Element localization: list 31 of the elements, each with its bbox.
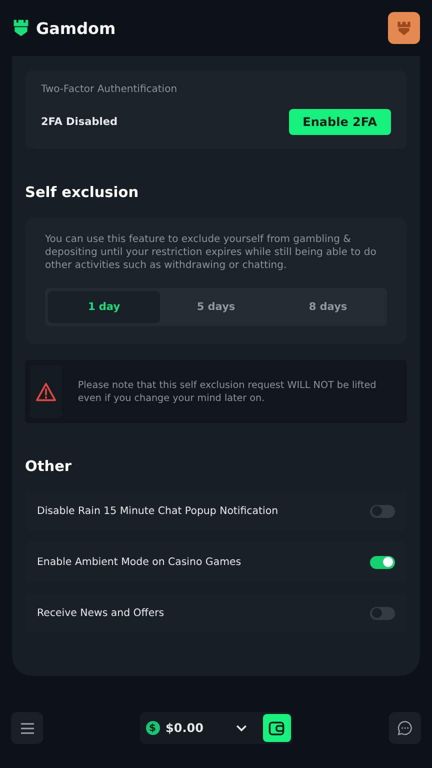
brand-name: Gamdom [36, 18, 116, 38]
warning-icon [34, 382, 57, 402]
status-text: 2FA Disabled [41, 116, 118, 128]
section-label: Two-Factor Authentification [41, 84, 178, 95]
duration-tab[interactable]: 5 days [160, 291, 272, 323]
setting-label: Receive News and Offers [37, 608, 164, 618]
description-text: You can use this feature to exclude yourself from gambling & depositing until your restriction expires while still being able to do other activities such as withdrawing or chatting. [45, 233, 378, 272]
balance-amount: $0.00 [166, 721, 204, 735]
section-heading: Other [25, 459, 73, 475]
setting-label: Enable Ambient Mode on Casino Games [37, 556, 242, 568]
avatar-button[interactable] [388, 12, 420, 44]
duration-tab[interactable]: 1 day [48, 291, 160, 323]
toggle-switch[interactable] [370, 504, 395, 518]
section-heading: Self exclusion [25, 185, 140, 201]
castle-avatar-icon [395, 19, 413, 37]
chevron-down-icon [236, 724, 246, 732]
castle-logo-icon [12, 18, 30, 38]
chat-bubble-icon [397, 720, 413, 736]
wallet-button[interactable] [262, 714, 290, 742]
toggle-switch[interactable] [370, 606, 395, 620]
setting-label: Disable Rain 15 Minute Chat Popup Notification [37, 506, 278, 516]
warning-text: Please note that this self exclusion request WILL NOT be lifted even if you change your mind later on. [78, 378, 378, 404]
toggle-switch[interactable] [370, 556, 395, 568]
menu-icon [20, 722, 34, 734]
balance-selector[interactable]: $ $0.00 [140, 712, 292, 744]
wallet-icon [268, 720, 285, 736]
enable-2fa-button[interactable]: Enable 2FA [288, 109, 391, 135]
duration-tab[interactable]: 8 days [272, 291, 384, 323]
coin-icon: $ [146, 721, 160, 735]
chat-button[interactable] [389, 712, 421, 744]
menu-button[interactable] [11, 712, 43, 744]
